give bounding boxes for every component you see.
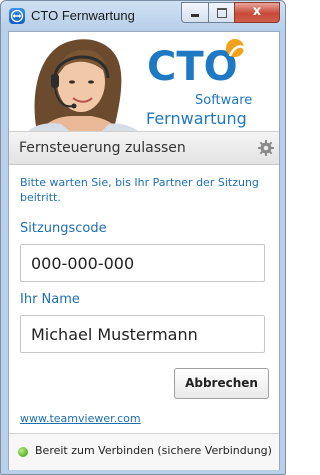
section-header: Fernsteuerung zulassen bbox=[9, 131, 279, 165]
close-button[interactable]: x bbox=[234, 2, 280, 23]
gear-icon[interactable] bbox=[258, 140, 274, 156]
your-name-label: Ihr Name bbox=[20, 292, 80, 307]
session-code-label: Sitzungscode bbox=[20, 221, 107, 236]
teamviewer-website-link[interactable]: www.teamviewer.com bbox=[20, 412, 141, 425]
status-ready-icon bbox=[18, 447, 28, 457]
logo-software-text: Software bbox=[195, 93, 252, 108]
section-title: Fernsteuerung zulassen bbox=[19, 140, 186, 156]
close-icon: x bbox=[252, 4, 262, 19]
banner: CTO Software Fernwartung bbox=[9, 32, 279, 132]
maximize-button[interactable] bbox=[208, 2, 234, 23]
window-title: CTO Fernwartung bbox=[31, 8, 135, 23]
status-bar: Bereit zum Verbinden (sichere Verbindung… bbox=[9, 433, 279, 470]
cancel-button[interactable]: Abbrechen bbox=[174, 368, 269, 399]
logo-fernwartung-text: Fernwartung bbox=[146, 109, 247, 128]
dialog-content: CTO Software Fernwartung Fernsteuerung z… bbox=[8, 31, 280, 470]
waiting-info-text: Bitte warten Sie, bis Ihr Partner der Si… bbox=[20, 176, 259, 204]
title-bar[interactable]: CTO Fernwartung x bbox=[1, 1, 285, 31]
logo-cto-text: CTO bbox=[147, 44, 238, 90]
status-text: Bereit zum Verbinden (sichere Verbindung… bbox=[35, 444, 272, 457]
minimize-button[interactable] bbox=[181, 2, 208, 23]
your-name-field[interactable] bbox=[20, 315, 265, 353]
app-window: CTO Fernwartung x CTO Software Fernwartu… bbox=[0, 0, 286, 475]
support-agent-illustration: CTO Software Fernwartung bbox=[27, 39, 252, 132]
session-code-field[interactable] bbox=[20, 244, 265, 282]
teamviewer-app-icon bbox=[9, 8, 25, 24]
